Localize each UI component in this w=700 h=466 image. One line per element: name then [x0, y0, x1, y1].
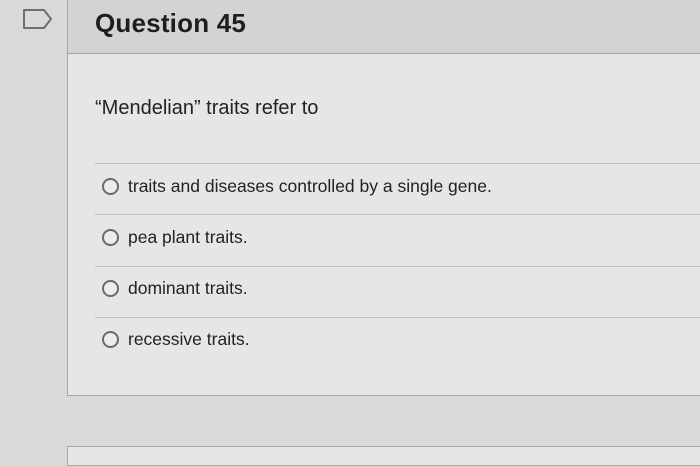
- answer-label: dominant traits.: [128, 277, 248, 298]
- question-title: Question 45: [95, 8, 247, 38]
- divider: [95, 163, 700, 164]
- next-question-panel: [67, 446, 700, 466]
- question-header: Question 45: [68, 0, 700, 54]
- radio-button[interactable]: [102, 279, 119, 297]
- question-panel: Question 45 “Mendelian” traits refer to …: [67, 0, 700, 396]
- answer-option-2[interactable]: pea plant traits.: [102, 222, 248, 252]
- answer-option-1[interactable]: traits and diseases controlled by a sing…: [102, 171, 492, 201]
- answer-label: recessive traits.: [128, 328, 250, 349]
- divider: [95, 214, 700, 215]
- answer-option-4[interactable]: recessive traits.: [102, 324, 250, 354]
- radio-button[interactable]: [102, 228, 119, 246]
- question-prompt: “Mendelian” traits refer to: [95, 97, 319, 119]
- answer-option-3[interactable]: dominant traits.: [102, 273, 248, 303]
- flag-question-icon[interactable]: [22, 8, 54, 30]
- divider: [95, 317, 700, 318]
- answer-label: traits and diseases controlled by a sing…: [128, 175, 492, 196]
- answer-label: pea plant traits.: [128, 226, 248, 247]
- radio-button[interactable]: [102, 177, 119, 195]
- radio-button[interactable]: [102, 330, 119, 348]
- divider: [95, 266, 700, 267]
